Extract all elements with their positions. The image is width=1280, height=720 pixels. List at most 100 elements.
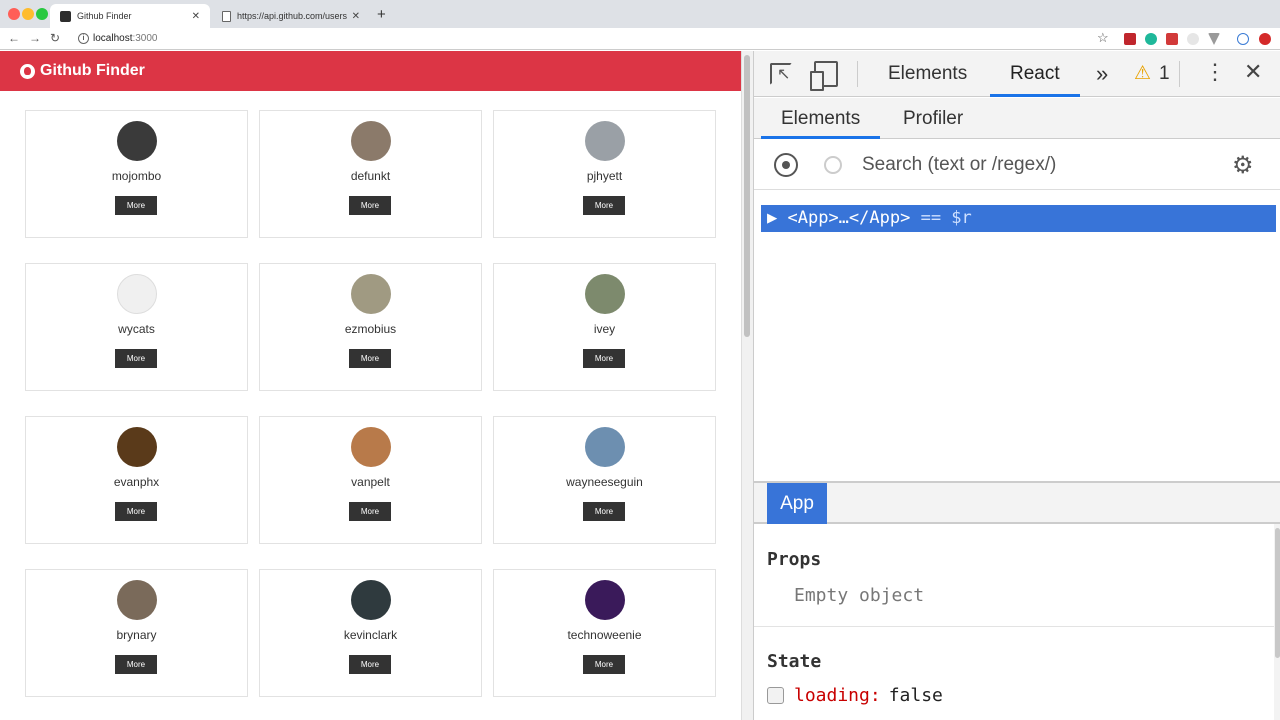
user-login: wycats bbox=[118, 322, 155, 336]
more-button[interactable]: More bbox=[115, 349, 157, 368]
document-favicon-icon bbox=[222, 10, 231, 22]
subtab-elements[interactable]: Elements bbox=[761, 98, 881, 139]
settings-gear-icon[interactable]: ⚙ bbox=[1232, 151, 1254, 180]
warning-count[interactable]: 1 bbox=[1159, 63, 1170, 85]
browser-tab-api-users[interactable]: https://api.github.com/users ✕ bbox=[212, 4, 370, 28]
url-field[interactable]: localhost:3000 bbox=[93, 33, 158, 44]
more-button[interactable]: More bbox=[583, 349, 625, 368]
state-value[interactable]: false bbox=[889, 685, 943, 706]
user-card: ezmobius More bbox=[259, 263, 482, 391]
user-login: mojombo bbox=[111, 169, 162, 183]
inspect-element-icon[interactable] bbox=[770, 63, 792, 85]
section-divider bbox=[754, 626, 1274, 627]
user-login: pjhyett bbox=[586, 169, 623, 183]
extension-green-icon[interactable] bbox=[1145, 33, 1157, 45]
user-login: vanpelt bbox=[351, 475, 390, 489]
user-card: evanphx More bbox=[25, 416, 248, 544]
extension-t-icon[interactable] bbox=[1237, 33, 1249, 45]
user-card: technoweenie More bbox=[493, 569, 716, 697]
devtools-toolbar: Elements React » ⚠ 1 ⋮ ✕ bbox=[754, 51, 1280, 97]
state-key: loading: bbox=[794, 685, 881, 706]
extension-stop-icon[interactable] bbox=[1259, 33, 1271, 45]
tab-react[interactable]: React bbox=[990, 51, 1080, 97]
devtools-menu-icon[interactable]: ⋮ bbox=[1204, 59, 1226, 85]
user-login: kevinclark bbox=[343, 628, 398, 642]
browser-tab-github-finder[interactable]: Github Finder ✕ bbox=[50, 4, 210, 28]
user-card: wycats More bbox=[25, 263, 248, 391]
user-avatar bbox=[351, 121, 391, 161]
user-avatar bbox=[117, 121, 157, 161]
expand-arrow-icon[interactable]: ▶ bbox=[767, 208, 777, 228]
more-button[interactable]: More bbox=[115, 655, 157, 674]
navbar: Github Finder bbox=[0, 51, 741, 91]
new-tab-button[interactable]: + bbox=[377, 6, 386, 23]
extension-funnel-icon[interactable] bbox=[1208, 33, 1220, 45]
extension-gray-icon[interactable] bbox=[1187, 33, 1199, 45]
selected-component-bar: App bbox=[754, 481, 1280, 524]
warning-icon[interactable]: ⚠ bbox=[1134, 62, 1151, 85]
more-button[interactable]: More bbox=[115, 196, 157, 215]
tree-row-app[interactable]: ▶ <App>…</App> == $r bbox=[761, 205, 1276, 232]
more-button[interactable]: More bbox=[583, 502, 625, 521]
user-login: technoweenie bbox=[567, 628, 642, 642]
tab-elements[interactable]: Elements bbox=[888, 51, 967, 97]
address-bar: ← → ↻ i localhost:3000 ☆ bbox=[0, 28, 1280, 50]
site-info-icon[interactable]: i bbox=[78, 33, 89, 44]
tab-title: https://api.github.com/users bbox=[237, 11, 348, 21]
props-heading: Props bbox=[767, 549, 822, 570]
forward-button[interactable]: → bbox=[29, 31, 41, 45]
component-search-input[interactable] bbox=[862, 150, 1212, 180]
more-button[interactable]: More bbox=[349, 502, 391, 521]
state-row-loading: loading: false bbox=[767, 685, 943, 706]
extension-red-icon[interactable] bbox=[1124, 33, 1136, 45]
window-close-button[interactable] bbox=[8, 8, 20, 20]
user-avatar bbox=[585, 427, 625, 467]
component-tree: ▶ <App>…</App> == $r bbox=[754, 191, 1280, 481]
window-minimize-button[interactable] bbox=[22, 8, 34, 20]
toolbar-divider bbox=[1179, 61, 1180, 87]
extension-image-icon[interactable] bbox=[1166, 33, 1178, 45]
more-button[interactable]: More bbox=[349, 196, 391, 215]
more-tabs-icon[interactable]: » bbox=[1096, 61, 1108, 87]
user-card: kevinclark More bbox=[259, 569, 482, 697]
tab-title: Github Finder bbox=[77, 11, 132, 21]
github-icon bbox=[20, 63, 35, 79]
user-avatar bbox=[117, 427, 157, 467]
more-button[interactable]: More bbox=[583, 196, 625, 215]
user-login: evanphx bbox=[113, 475, 160, 489]
inspector-scrollbar-thumb[interactable] bbox=[1275, 528, 1280, 658]
more-button[interactable]: More bbox=[583, 655, 625, 674]
select-element-target-icon[interactable] bbox=[774, 153, 798, 177]
search-icon bbox=[824, 156, 842, 174]
page-scrollbar-thumb[interactable] bbox=[744, 55, 750, 337]
user-avatar bbox=[585, 580, 625, 620]
user-avatar bbox=[351, 580, 391, 620]
bookmark-star-icon[interactable]: ☆ bbox=[1097, 30, 1109, 46]
user-avatar bbox=[585, 121, 625, 161]
brand[interactable]: Github Finder bbox=[20, 62, 145, 80]
more-button[interactable]: More bbox=[349, 349, 391, 368]
devtools-close-icon[interactable]: ✕ bbox=[1244, 59, 1262, 85]
tab-close-icon[interactable]: ✕ bbox=[352, 11, 360, 22]
url-port: :3000 bbox=[132, 33, 158, 44]
back-button[interactable]: ← bbox=[8, 31, 20, 45]
state-checkbox[interactable] bbox=[767, 687, 784, 704]
reload-button[interactable]: ↻ bbox=[50, 31, 60, 45]
window-zoom-button[interactable] bbox=[36, 8, 48, 20]
user-login: defunkt bbox=[350, 169, 391, 183]
user-card: ivey More bbox=[493, 263, 716, 391]
tab-close-icon[interactable]: ✕ bbox=[192, 11, 200, 22]
github-finder-page: Github Finder mojombo More defunkt More pjhy… bbox=[0, 51, 741, 720]
toolbar-divider bbox=[857, 61, 858, 87]
device-toolbar-icon[interactable] bbox=[810, 61, 838, 91]
user-avatar bbox=[351, 274, 391, 314]
user-card: defunkt More bbox=[259, 110, 482, 238]
user-card: mojombo More bbox=[25, 110, 248, 238]
selected-component-chip[interactable]: App bbox=[767, 483, 827, 524]
more-button[interactable]: More bbox=[115, 502, 157, 521]
component-search-bar: ⚙ bbox=[754, 140, 1280, 190]
user-login: ezmobius bbox=[344, 322, 397, 336]
user-card: pjhyett More bbox=[493, 110, 716, 238]
more-button[interactable]: More bbox=[349, 655, 391, 674]
subtab-profiler[interactable]: Profiler bbox=[903, 98, 963, 139]
